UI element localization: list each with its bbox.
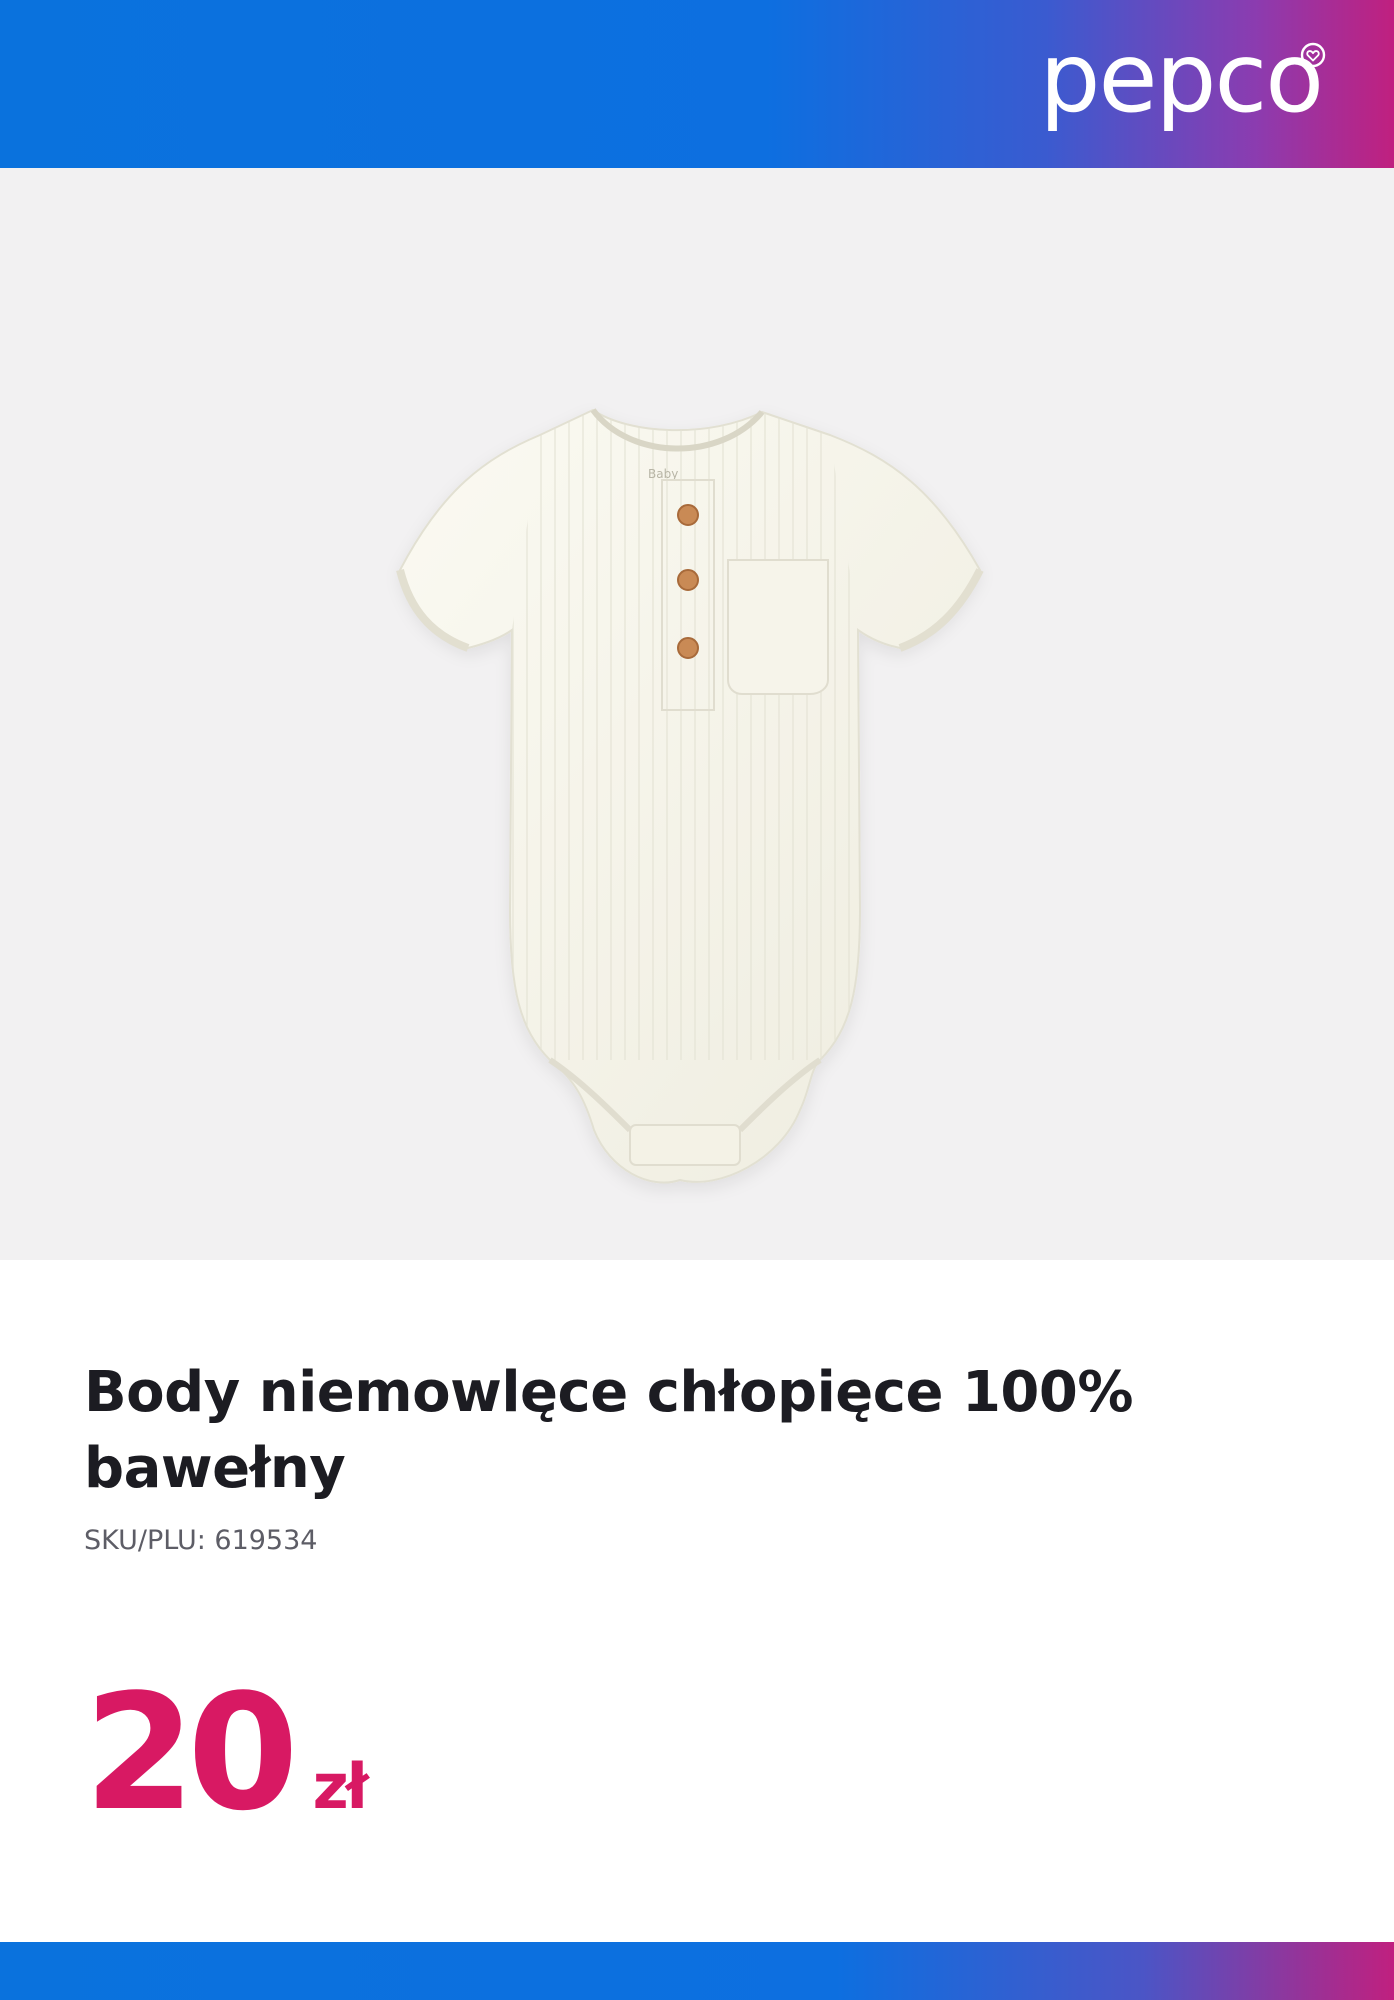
footer-bar bbox=[0, 1942, 1394, 2000]
price-amount: 20 bbox=[84, 1659, 299, 1846]
product-page: pepco Baby Body niemowlęce chłopięce 100… bbox=[0, 0, 1394, 2000]
svg-text:Baby: Baby bbox=[648, 467, 678, 481]
header-bar: pepco bbox=[0, 0, 1394, 168]
price-currency: zł bbox=[312, 1750, 369, 1823]
product-info: Body niemowlęce chłopięce 100% bawełny S… bbox=[84, 1355, 1324, 1556]
product-image: Baby bbox=[396, 408, 984, 1184]
product-price: 20 zł bbox=[84, 1668, 369, 1838]
product-sku: SKU/PLU: 619534 bbox=[84, 1525, 318, 1556]
heart-circle-icon bbox=[1300, 42, 1326, 68]
product-title: Body niemowlęce chłopięce 100% bawełny bbox=[84, 1360, 1133, 1501]
brand-logo[interactable]: pepco bbox=[1040, 28, 1324, 128]
